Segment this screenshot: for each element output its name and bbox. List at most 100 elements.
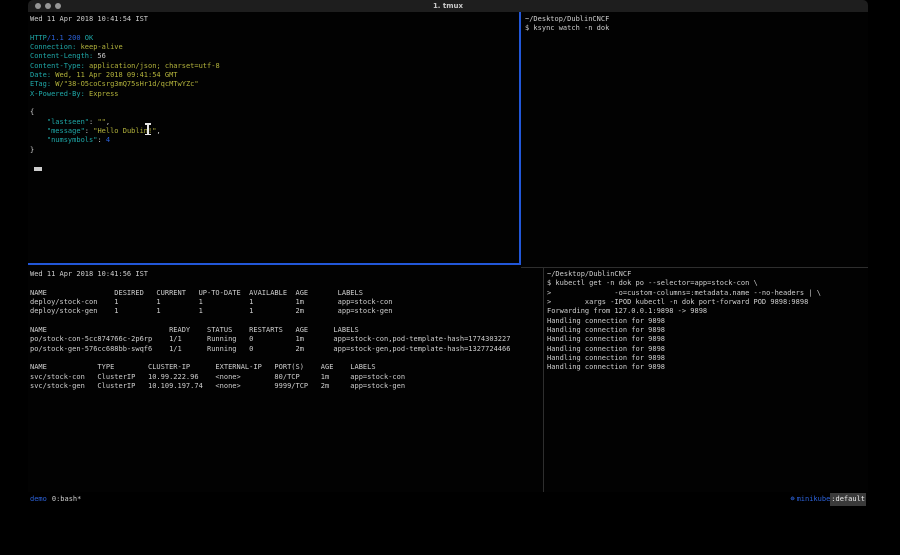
terminal-line: ETag: W/"38-O5coCsrg3mQ75sHr1d/qcMTwYZc" xyxy=(30,80,521,89)
terminal-line: Handling connection for 9898 xyxy=(547,345,868,354)
text-segment: Forwarding from 127.0.0.1:9898 -> 9898 xyxy=(547,307,707,315)
session-name: demo xyxy=(30,493,47,506)
status-left: demo 0:bash* xyxy=(30,493,81,506)
terminal-line xyxy=(30,24,521,33)
kubernetes-helm-icon: ☸ xyxy=(790,493,794,506)
text-segment: : xyxy=(97,136,105,144)
terminal-line: Wed 11 Apr 2018 10:41:56 IST xyxy=(30,270,545,279)
text-segment xyxy=(30,118,47,126)
desktop: 1. tmux Wed 11 Apr 2018 10:41:54 IST HTTP… xyxy=(0,0,900,555)
terminal-line: $ ksync watch -n dok xyxy=(525,24,868,33)
pane-kubectl-resources[interactable]: Wed 11 Apr 2018 10:41:56 IST NAME DESIRED… xyxy=(28,269,545,492)
terminal-line xyxy=(30,99,521,108)
terminal-line: NAME DESIRED CURRENT UP-TO-DATE AVAILABL… xyxy=(30,289,545,298)
terminal-line xyxy=(30,317,545,326)
minimize-button[interactable] xyxy=(45,3,51,9)
text-segment: , xyxy=(156,127,160,135)
text-segment: Connection: xyxy=(30,43,76,51)
text-segment: > xargs -IPOD kubectl -n dok port-forwar… xyxy=(547,298,808,306)
text-segment: 56 xyxy=(93,52,106,60)
close-button[interactable] xyxy=(35,3,41,9)
text-segment: ETag: xyxy=(30,80,51,88)
pane-port-forward[interactable]: ~/Desktop/DublinCNCF$ kubectl get -n dok… xyxy=(544,269,868,492)
terminal-line: Handling connection for 9898 xyxy=(547,317,868,326)
terminal-line: Handling connection for 9898 xyxy=(547,354,868,363)
terminal-line xyxy=(30,155,521,164)
terminal-line: "lastseen": "", xyxy=(30,118,521,127)
text-segment: svc/stock-con ClusterIP 10.99.222.96 <no… xyxy=(30,373,405,381)
kube-context: minikube xyxy=(797,493,831,506)
terminal-window: 1. tmux Wed 11 Apr 2018 10:41:54 IST HTTP… xyxy=(28,0,868,506)
text-segment: Handling connection for 9898 xyxy=(547,317,665,325)
terminal-line xyxy=(30,354,545,363)
pane-http-response[interactable]: Wed 11 Apr 2018 10:41:54 IST HTTP/1.1 200… xyxy=(28,12,521,266)
text-segment: Handling connection for 9898 xyxy=(547,345,665,353)
text-segment: Wed, 11 Apr 2018 09:41:54 GMT xyxy=(51,71,177,79)
terminal-line: Date: Wed, 11 Apr 2018 09:41:54 GMT xyxy=(30,71,521,80)
terminal-line: Handling connection for 9898 xyxy=(547,326,868,335)
terminal-line: po/stock-con-5cc874766c-2p6rp 1/1 Runnin… xyxy=(30,335,545,344)
text-segment xyxy=(30,136,47,144)
text-segment: > -o=custom-columns=:metadata.name --no-… xyxy=(547,289,821,297)
terminal-line: Wed 11 Apr 2018 10:41:54 IST xyxy=(30,15,521,24)
pane-divider-horizontal-left xyxy=(28,263,521,265)
traffic-lights xyxy=(35,3,61,9)
terminal-line: NAME TYPE CLUSTER-IP EXTERNAL-IP PORT(S)… xyxy=(30,363,545,372)
terminal-line: HTTP/1.1 200 OK xyxy=(30,34,521,43)
text-segment: "message" xyxy=(47,127,85,135)
text-segment: NAME READY STATUS RESTARTS AGE LABELS xyxy=(30,326,359,334)
text-segment: 4 xyxy=(106,136,110,144)
text-segment: Content-Length: xyxy=(30,52,93,60)
terminal-line: > xargs -IPOD kubectl -n dok port-forwar… xyxy=(547,298,868,307)
text-segment: : xyxy=(85,127,93,135)
terminal-line: po/stock-gen-576cc688bb-swqf6 1/1 Runnin… xyxy=(30,345,545,354)
terminal-line: Connection: keep-alive xyxy=(30,43,521,52)
pane-divider-vertical-top xyxy=(519,12,521,265)
terminal-line: } xyxy=(30,146,521,155)
text-segment: "lastseen" xyxy=(47,118,89,126)
text-segment: ~/Desktop/DublinCNCF xyxy=(547,270,631,278)
text-segment: po/stock-gen-576cc688bb-swqf6 1/1 Runnin… xyxy=(30,345,510,353)
text-segment: NAME TYPE CLUSTER-IP EXTERNAL-IP PORT(S)… xyxy=(30,363,376,371)
text-segment: Handling connection for 9898 xyxy=(547,354,665,362)
window-tab-bash[interactable]: 0:bash* xyxy=(52,493,82,506)
text-segment xyxy=(30,127,47,135)
text-segment: NAME DESIRED CURRENT UP-TO-DATE AVAILABL… xyxy=(30,289,363,297)
pane-divider-vertical-bottom xyxy=(543,267,544,492)
text-segment: , xyxy=(106,118,110,126)
text-segment: Wed 11 Apr 2018 10:41:56 IST xyxy=(30,270,148,278)
terminal-line: ~/Desktop/DublinCNCF xyxy=(525,15,868,24)
text-segment: Handling connection for 9898 xyxy=(547,363,665,371)
terminal-line xyxy=(30,279,545,288)
pane-divider-horizontal-right xyxy=(521,267,868,268)
tmux-status-bar: demo 0:bash* ☸ minikube :default xyxy=(28,492,868,506)
text-segment: X-Powered-By: xyxy=(30,90,85,98)
terminal-line: svc/stock-gen ClusterIP 10.109.197.74 <n… xyxy=(30,382,545,391)
text-segment: $ ksync watch -n dok xyxy=(525,24,609,32)
text-segment: "numsymbols" xyxy=(47,136,98,144)
terminal-line: "message": "Hello Dublin!", xyxy=(30,127,521,136)
text-segment: $ kubectl get -n dok po --selector=app=s… xyxy=(547,279,758,287)
text-segment: Handling connection for 9898 xyxy=(547,335,665,343)
terminal-line: Content-Length: 56 xyxy=(30,52,521,61)
terminal-line: Forwarding from 127.0.0.1:9898 -> 9898 xyxy=(547,307,868,316)
text-segment: application/json; charset=utf-8 xyxy=(85,62,220,70)
text-segment: Date: xyxy=(30,71,51,79)
kube-namespace: :default xyxy=(830,493,866,506)
zoom-button[interactable] xyxy=(55,3,61,9)
window-titlebar: 1. tmux xyxy=(28,0,868,12)
text-segment: Wed 11 Apr 2018 10:41:54 IST xyxy=(30,15,148,23)
terminal-line: $ kubectl get -n dok po --selector=app=s… xyxy=(547,279,868,288)
terminal-line: { xyxy=(30,108,521,117)
pane-ksync[interactable]: ~/Desktop/DublinCNCF$ ksync watch -n dok xyxy=(521,12,868,266)
window-title: 1. tmux xyxy=(28,0,868,12)
terminal-line: Handling connection for 9898 xyxy=(547,363,868,372)
terminal-line: svc/stock-con ClusterIP 10.99.222.96 <no… xyxy=(30,373,545,382)
text-segment: deploy/stock-con 1 1 1 1 1m app=stock-co… xyxy=(30,298,392,306)
text-segment: po/stock-con-5cc874766c-2p6rp 1/1 Runnin… xyxy=(30,335,510,343)
text-segment: /1.1 200 xyxy=(47,34,85,42)
text-segment: HTTP xyxy=(30,34,47,42)
text-segment: { xyxy=(30,108,34,116)
text-segment: keep-alive xyxy=(76,43,122,51)
terminal-line: Content-Type: application/json; charset=… xyxy=(30,62,521,71)
